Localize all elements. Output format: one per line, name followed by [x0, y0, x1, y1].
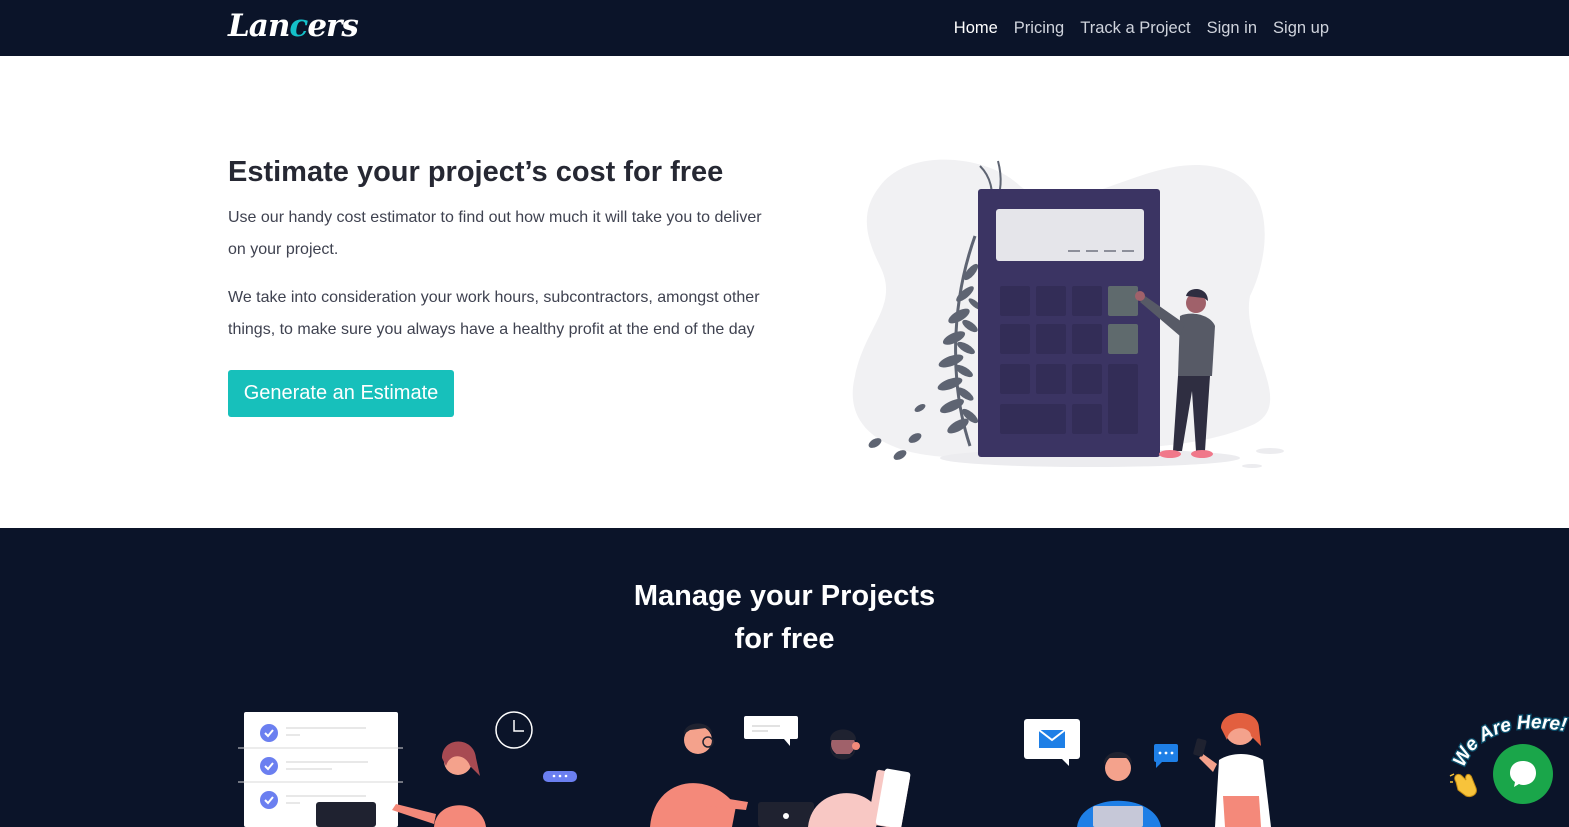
hero-title: Estimate your project’s cost for free [228, 156, 724, 188]
nav-sign-in-link[interactable]: Sign in [1207, 19, 1257, 38]
manage-title-line-1: Manage your Projects [633, 580, 936, 612]
hero-description-2: We take into consideration your work hou… [228, 289, 760, 338]
generate-estimate-button[interactable]: Generate an Estimate [228, 370, 454, 417]
manage-projects-section: Manage your Projects for free [0, 528, 1569, 827]
manage-title-line-2: for free [734, 623, 835, 655]
team-collaboration-illustration [650, 716, 911, 827]
calculator-icon [978, 189, 1160, 457]
chat-bubble-icon [1510, 761, 1536, 787]
lancers-logo[interactable]: Lancers [228, 8, 359, 44]
main-nav: Home Pricing Track a Project Sign in Sig… [954, 0, 1329, 56]
speech-bubble-icon [744, 716, 798, 739]
task-checklist-illustration [238, 711, 577, 827]
chat-launcher-button[interactable] [1493, 744, 1553, 804]
nav-track-project-link[interactable]: Track a Project [1080, 19, 1190, 38]
nav-home-link[interactable]: Home [954, 19, 998, 38]
nav-sign-up-link[interactable]: Sign up [1273, 19, 1329, 38]
checkmark-icon [260, 724, 278, 809]
waving-hand-icon [1449, 773, 1477, 797]
calculator-person-illustration [852, 159, 1284, 468]
hero-description-1: Use our handy cost estimator to find out… [228, 209, 762, 258]
client-messaging-illustration [1024, 713, 1271, 827]
nav-pricing-link[interactable]: Pricing [1014, 19, 1064, 38]
hero-section: Estimate your project’s cost for free Us… [0, 56, 1569, 528]
top-navbar: Lancers Home Pricing Track a Project Sig… [0, 0, 1569, 56]
